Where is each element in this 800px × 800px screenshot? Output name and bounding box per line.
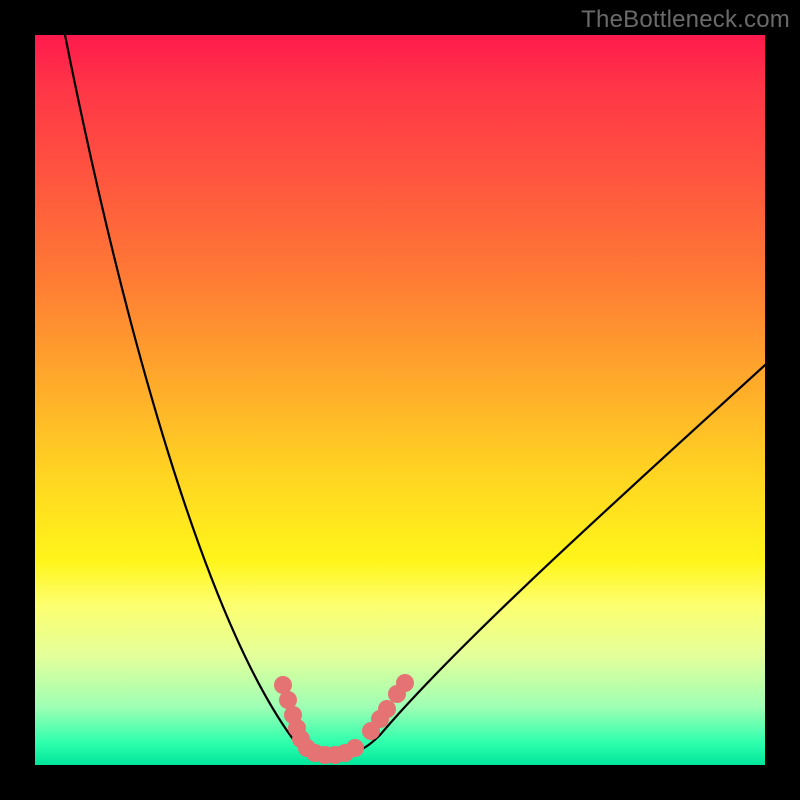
curve-marker [396,674,414,692]
curve-marker [346,739,364,757]
curve-marker [378,700,396,718]
bottleneck-curve [65,35,765,755]
plot-area [35,35,765,765]
watermark-text: TheBottleneck.com [581,6,790,34]
curve-svg [35,35,765,765]
chart-frame: TheBottleneck.com [0,0,800,800]
